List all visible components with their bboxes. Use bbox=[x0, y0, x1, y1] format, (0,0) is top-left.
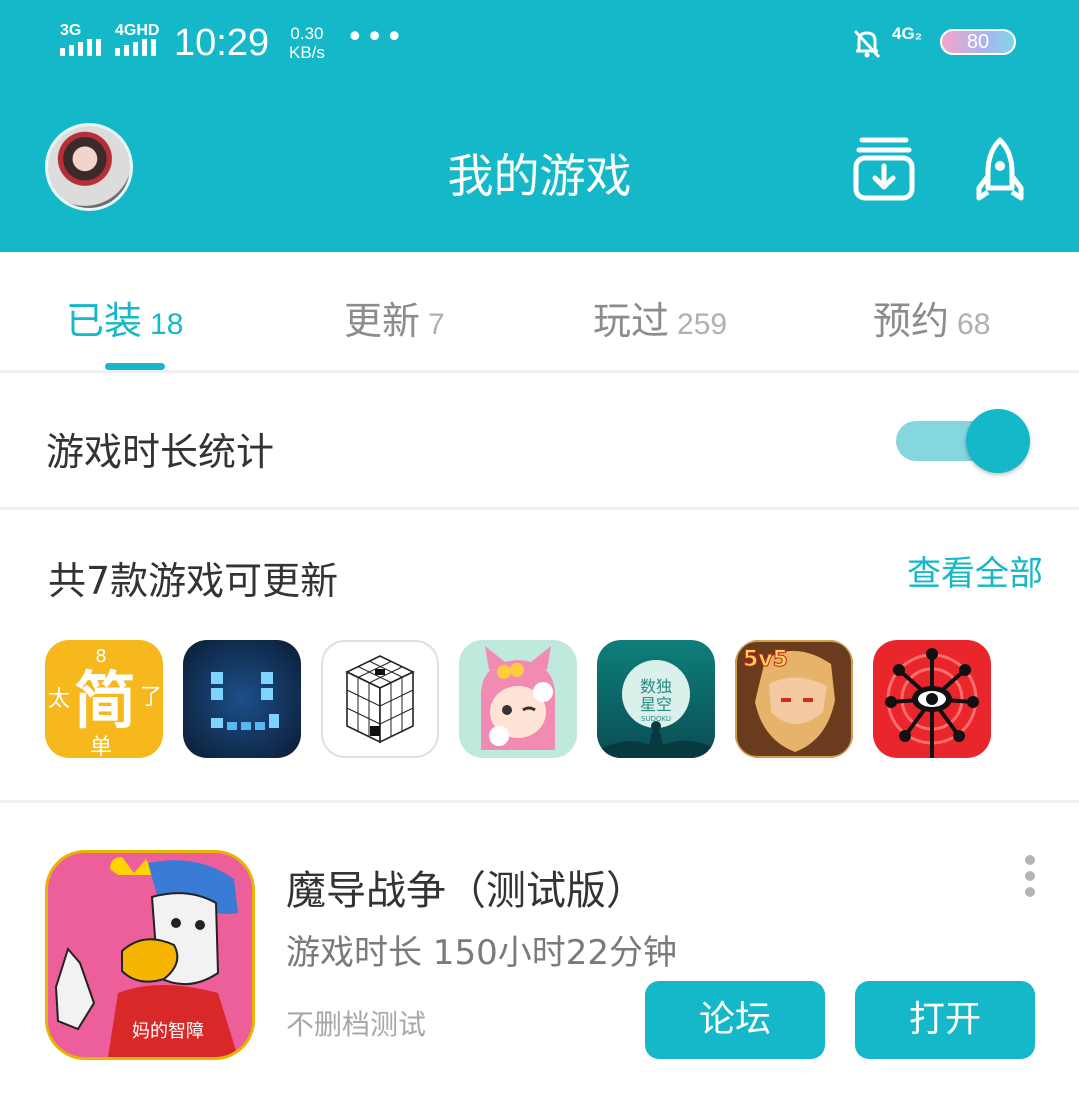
open-button[interactable]: 打开 bbox=[855, 981, 1035, 1059]
sudoku-starry-sky-game-icon[interactable]: 数独 星空 SUDOKU bbox=[597, 640, 715, 758]
network-type: 4G₂ bbox=[892, 24, 923, 43]
network-speed-unit: KB/s bbox=[289, 43, 325, 62]
bell-muted-icon bbox=[853, 29, 881, 59]
header-bar: 3G 4GHD 10:29 0.30 KB/s ••• 4G₂ 80 我的游戏 bbox=[0, 0, 1079, 252]
game-icon[interactable]: 妈的智障 bbox=[45, 850, 255, 1060]
jiandan-bottom-char: 单 bbox=[90, 735, 112, 758]
jiandan-main-char: 简 bbox=[74, 664, 136, 737]
sudoku-starry-sky-art: 数独 星空 SUDOKU bbox=[597, 660, 715, 758]
tab-count: 68 bbox=[957, 308, 991, 341]
red-eye-art bbox=[885, 648, 979, 758]
cube-puzzle-game-icon[interactable] bbox=[321, 640, 439, 758]
duck-shirt-text: 妈的智障 bbox=[132, 1021, 204, 1042]
cube-puzzle-art bbox=[345, 655, 415, 744]
tab-count: 18 bbox=[150, 308, 184, 341]
tab-label: 更新 bbox=[344, 299, 421, 343]
sudoku-title-line1: 数独 bbox=[640, 677, 672, 696]
jiandan-right-char: 了 bbox=[140, 685, 162, 710]
rocket-icon[interactable] bbox=[975, 136, 1025, 204]
anime-cat-girl-game-icon[interactable] bbox=[459, 640, 577, 758]
tab-played[interactable]: 玩过 259 bbox=[593, 290, 727, 345]
toggle-knob bbox=[966, 409, 1030, 473]
sudoku-title-line2: 星空 bbox=[640, 695, 672, 714]
pixel-face-game-icon[interactable] bbox=[183, 640, 301, 758]
battery-level: 80 bbox=[966, 31, 990, 53]
tab-bar: 已装 18 更新 7 玩过 259 预约 68 bbox=[0, 252, 1079, 373]
more-options-icon[interactable] bbox=[1020, 855, 1040, 905]
view-all-link[interactable]: 查看全部 bbox=[907, 546, 1043, 595]
red-eye-game-icon[interactable] bbox=[873, 640, 991, 758]
tab-count: 259 bbox=[677, 308, 728, 341]
playtime-stats-label: 游戏时长统计 bbox=[46, 430, 275, 474]
jiandan-game-icon[interactable]: 8 简 太 了 单 bbox=[45, 640, 163, 758]
active-tab-indicator bbox=[105, 363, 165, 370]
status-more-dots: ••• bbox=[346, 20, 406, 55]
honor-of-kings-art: 5v5 bbox=[735, 640, 853, 758]
network-speed-value: 0.30 bbox=[290, 24, 324, 43]
game-card[interactable]: 妈的智障 魔导战争（测试版） 游戏时长 150小时22分钟 不删档测试 论坛 打… bbox=[0, 803, 1079, 1095]
download-box-icon[interactable] bbox=[852, 134, 916, 202]
game-note: 不删档测试 bbox=[286, 1008, 427, 1041]
jiandan-game-art: 8 简 太 了 单 bbox=[48, 646, 162, 758]
tab-label: 预约 bbox=[873, 299, 950, 343]
anime-cat-girl-art bbox=[459, 640, 577, 758]
updates-section: 共7款游戏可更新 查看全部 8 简 太 了 单 数独 星空 SUDOKU 5v5 bbox=[0, 510, 1079, 803]
tab-label: 玩过 bbox=[593, 299, 670, 343]
playtime-stats-toggle[interactable] bbox=[896, 409, 1030, 473]
updates-title: 共7款游戏可更新 bbox=[48, 559, 339, 603]
jiandan-left-char: 太 bbox=[48, 687, 70, 712]
tab-reserved[interactable]: 预约 68 bbox=[873, 290, 990, 345]
tab-updates[interactable]: 更新 7 bbox=[344, 290, 445, 345]
tab-installed[interactable]: 已装 18 bbox=[66, 290, 183, 345]
pixel-face-art bbox=[211, 672, 279, 730]
five-v-five-label: 5v5 bbox=[743, 647, 788, 672]
honor-of-kings-5v5-game-icon[interactable]: 5v5 bbox=[735, 640, 853, 758]
battery-icon: 80 bbox=[940, 29, 1016, 55]
network-speed: 0.30 KB/s bbox=[289, 24, 325, 62]
forum-button[interactable]: 论坛 bbox=[645, 981, 825, 1059]
status-time: 10:29 bbox=[174, 22, 270, 64]
game-name: 魔导战争（测试版） bbox=[286, 868, 646, 914]
game-playtime: 游戏时长 150小时22分钟 bbox=[286, 933, 677, 973]
page-title: 我的游戏 bbox=[447, 149, 632, 203]
playtime-stats-row: 游戏时长统计 bbox=[0, 373, 1079, 510]
tab-count: 7 bbox=[428, 308, 445, 341]
tab-label: 已装 bbox=[66, 299, 143, 343]
duck-meme-art: 妈的智障 bbox=[48, 853, 252, 1057]
